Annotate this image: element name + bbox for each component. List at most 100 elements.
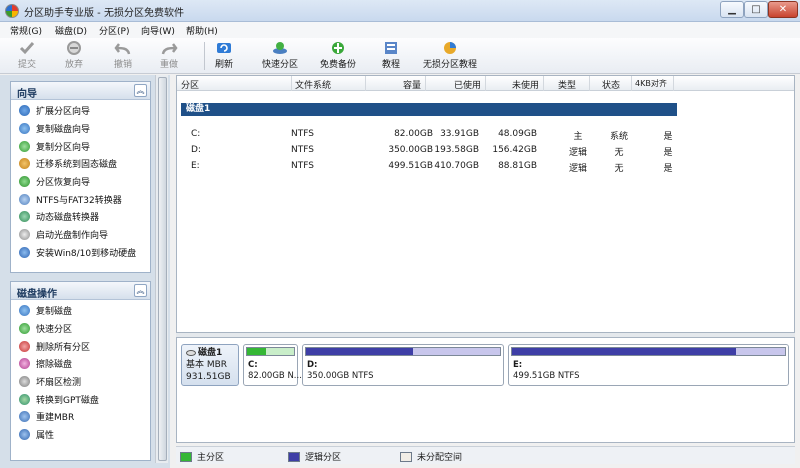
quick-partition-button[interactable]: 快速分区 [262,40,298,72]
partition-letter: E: [513,360,523,370]
collapse-wizard-button[interactable]: ︽ [134,84,147,97]
column-divider[interactable] [589,76,590,91]
copy-partition-icon [19,140,30,152]
wizard-item[interactable]: 复制分区向导 [11,137,150,155]
maximize-button[interactable]: □ [744,1,768,18]
filesystem-cell: NTFS [291,145,314,155]
copy-disk-icon [19,123,30,135]
disk-op-item[interactable]: 复制磁盘 [11,302,150,320]
menu-partition[interactable]: 分区(P) [99,24,129,37]
wizard-item[interactable]: 复制磁盘向导 [11,120,150,138]
column-divider[interactable] [291,76,292,91]
wizard-group-header: 向导 ︽ [11,82,150,100]
column-header[interactable]: 容量 [369,78,421,91]
wizard-item-label: 复制磁盘向导 [36,125,91,136]
disk-group-row[interactable]: 磁盘1 [181,103,677,116]
disk-name: 磁盘1 [198,348,223,358]
backup-icon [332,42,344,54]
wizard-item[interactable]: 启动光盘制作向导 [11,226,150,244]
wizard-item-label: 动态磁盘转换器 [36,213,100,224]
tutorial-button[interactable]: 教程 [382,40,400,72]
status-cell: 无 [614,164,624,174]
disk-op-label: 转换到GPT磁盘 [36,395,99,406]
rebuild-mbr-icon [19,411,30,423]
partition-block-d[interactable]: D: 350.00GB NTFS [302,344,504,386]
discard-label: 放弃 [65,60,84,70]
disk-info-box[interactable]: 磁盘1 基本 MBR 931.51GB [181,344,239,386]
disk-op-item[interactable]: 转换到GPT磁盘 [11,390,150,408]
disk-op-item[interactable]: 快速分区 [11,320,150,338]
column-header[interactable]: 分区 [181,78,199,91]
submit-label: 提交 [18,60,37,70]
left-panel-scrollbar[interactable] [155,75,168,463]
minimize-button[interactable]: ▁ [720,1,744,18]
redo-button[interactable]: 重做 [160,40,178,72]
legend-logical: 逻辑分区 [288,450,341,463]
aligned-cell: 是 [663,164,673,174]
column-divider[interactable] [543,76,544,91]
partition-label: E: 499.51GB NTFS [513,360,580,382]
disk-op-item[interactable]: 属性 [11,426,150,444]
wizard-item[interactable]: 迁移系统到固态磁盘 [11,155,150,173]
partition-detail: 499.51GB NTFS [513,371,580,381]
partition-detail: 82.00GB N... [248,371,302,381]
free-backup-button[interactable]: 免费备份 [320,40,356,72]
menu-help[interactable]: 帮助(H) [186,24,218,37]
toolbar: 提交 放弃 撤销 重做 刷新 快速分区 免费备份 教程 无损分区教程 [0,38,800,74]
column-divider[interactable] [485,76,486,91]
close-button[interactable]: ✕ [768,1,798,18]
column-divider[interactable] [425,76,426,91]
collapse-disk-ops-button[interactable]: ︽ [134,284,147,297]
menu-wizard[interactable]: 向导(W) [141,24,175,37]
disk-op-item[interactable]: 擦除磁盘 [11,355,150,373]
disk-op-item[interactable]: 坏扇区检测 [11,373,150,391]
column-header[interactable]: 已使用 [429,78,481,91]
wizard-item[interactable]: 安装Win8/10到移动硬盘 [11,244,150,262]
column-divider[interactable] [631,76,632,91]
column-header[interactable]: 未使用 [489,78,539,91]
disk-op-label: 擦除磁盘 [36,360,73,371]
disk-op-label: 重建MBR [36,413,75,424]
undo-button[interactable]: 撤销 [114,40,132,72]
discard-button[interactable]: 放弃 [65,40,83,72]
disk-ops-list: 复制磁盘 快速分区 删除所有分区 擦除磁盘 坏扇区检测 转换到GPT磁盘 重建M… [11,300,150,444]
disk-op-item[interactable]: 删除所有分区 [11,337,150,355]
partition-block-e[interactable]: E: 499.51GB NTFS [508,344,789,386]
dynamic-disk-icon [19,211,30,223]
submit-button[interactable]: 提交 [18,40,36,72]
title-bar: 分区助手专业版 - 无损分区免费软件 ▁ □ ✕ [0,0,800,22]
wizard-item[interactable]: 扩展分区向导 [11,102,150,120]
column-header[interactable]: 状态 [593,78,629,91]
disk-icon [186,349,196,356]
column-header[interactable]: 类型 [547,78,587,91]
disk-op-label: 快速分区 [36,325,73,336]
menu-general[interactable]: 常规(G) [10,24,42,37]
scrollbar-thumb[interactable] [158,77,167,461]
column-header[interactable]: 4KB对齐 [635,78,667,89]
legend-unallocated-label: 未分配空间 [417,453,463,463]
disk-op-label: 删除所有分区 [36,342,91,353]
free-cell: 48.09GB [498,129,537,139]
column-divider[interactable] [673,76,674,91]
wizard-item[interactable]: NTFS与FAT32转换器 [11,190,150,208]
table-row[interactable]: E: NTFS 499.51GB 410.70GB 88.81GB 逻辑 无 是 [177,159,794,175]
book-icon [385,42,397,54]
lossless-tutorial-button[interactable]: 无损分区教程 [423,40,477,72]
disk-op-item[interactable]: 重建MBR [11,408,150,426]
column-header[interactable]: 文件系统 [295,78,331,91]
wizard-item[interactable]: 分区恢复向导 [11,173,150,191]
table-row[interactable]: C: NTFS 82.00GB 33.91GB 48.09GB 主 系统 是 [177,127,794,143]
refresh-icon [217,43,231,53]
wizard-item[interactable]: 动态磁盘转换器 [11,208,150,226]
partition-block-c[interactable]: C: 82.00GB N... [243,344,302,386]
wizard-item-label: 扩展分区向导 [36,107,91,118]
table-row[interactable]: D: NTFS 350.00GB 193.58GB 156.42GB 逻辑 无 … [177,143,794,159]
refresh-button[interactable]: 刷新 [215,40,233,72]
menu-disk[interactable]: 磁盘(D) [55,24,87,37]
maximize-icon: □ [751,4,761,15]
quick-partition-label: 快速分区 [262,60,299,70]
migrate-ssd-icon [19,158,30,170]
column-divider[interactable] [365,76,366,91]
quick-partition-icon [19,323,30,335]
toolbar-separator [204,42,205,70]
